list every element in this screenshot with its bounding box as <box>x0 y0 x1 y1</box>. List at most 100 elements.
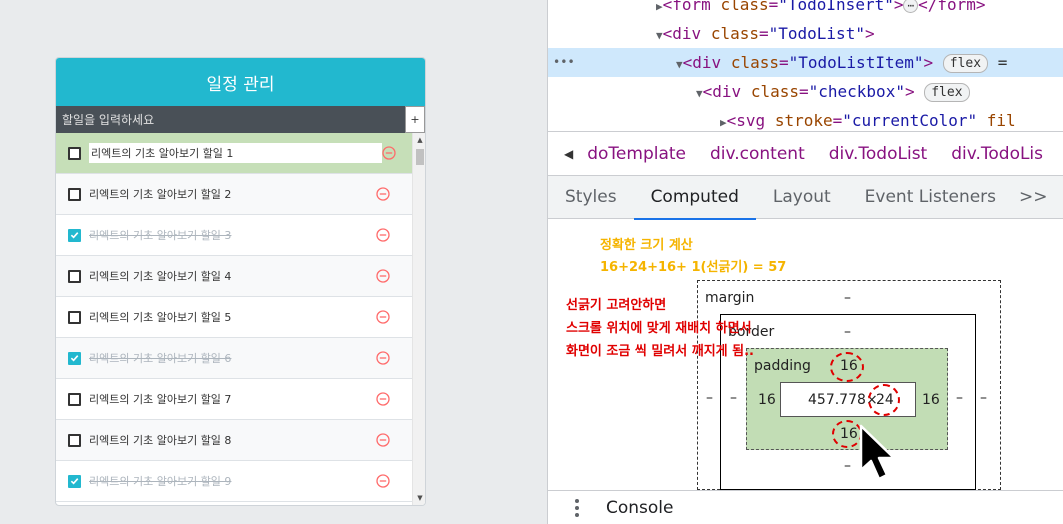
todo-text: 리엑트의 기초 알아보기 할일 9 <box>89 475 232 488</box>
scroll-up-arrow-icon[interactable]: ▲ <box>413 133 425 147</box>
flex-badge[interactable]: flex <box>924 83 970 102</box>
more-tabs-chevron-icon[interactable]: >> <box>1013 176 1054 219</box>
remove-circle-icon[interactable] <box>376 269 390 283</box>
attr-name: class <box>710 24 759 43</box>
more-options-icon[interactable]: ••• <box>553 48 575 77</box>
checkbox[interactable] <box>68 228 81 242</box>
check-icon <box>70 478 79 485</box>
dom-node-todolistitem[interactable]: ••• ▼<div class="TodoListItem"> flex = <box>548 48 1063 77</box>
annotation-note: 선긁기 고려안하면 <box>566 298 667 313</box>
app-title: 일정 관리 <box>56 58 425 106</box>
remove-circle-icon[interactable] <box>382 146 396 160</box>
breadcrumb: ◀ doTemplate div.content div.TodoList di… <box>548 131 1063 176</box>
tag-name: div <box>672 24 702 43</box>
breadcrumb-item[interactable]: div.content <box>710 144 805 164</box>
expand-arrow-icon[interactable]: ▶ <box>720 116 727 129</box>
breadcrumb-item[interactable]: div.TodoLis <box>951 144 1043 164</box>
checkbox[interactable] <box>68 433 81 447</box>
checkbox[interactable] <box>68 392 81 406</box>
attr-name: class <box>750 82 799 101</box>
todo-list-item[interactable]: 리엑트의 기초 알아보기 할일 2 <box>56 174 412 215</box>
tag-name: svg <box>736 111 766 130</box>
computed-pane: 정확한 크기 계산 16+24+16+ 1(선긁기) = 57 margin –… <box>548 220 1063 490</box>
todo-list: 리엑트의 기초 알아보기 할일 1 리엑트의 기초 알아보기 할일 2 리엑트의 기… <box>56 133 412 505</box>
dom-node-todolist[interactable]: ▼<div class="TodoList"> <box>548 19 1063 48</box>
todo-text: 리엑트의 기초 알아보기 할일 8 <box>89 434 232 447</box>
remove-circle-icon[interactable] <box>376 433 390 447</box>
tab-layout[interactable]: Layout <box>756 176 848 219</box>
devtools-panel: ▶<form class="TodoInsert"> ⋯ </form> ▼<div… <box>547 0 1063 524</box>
console-drawer[interactable]: Console <box>548 490 1063 524</box>
todo-text: 리엑트의 기초 알아보기 할일 1 <box>89 143 382 163</box>
check-icon <box>70 232 79 239</box>
todo-list-item[interactable]: 리엑트의 기초 알아보기 할일 9 <box>56 461 412 502</box>
checkbox[interactable] <box>68 269 81 283</box>
todo-text: 리엑트의 기초 알아보기 할일 3 <box>89 229 232 242</box>
dom-node-form[interactable]: ▶<form class="TodoInsert"> ⋯ </form> <box>548 0 1063 19</box>
border-left-value: – <box>730 390 737 406</box>
tab-event-listeners[interactable]: Event Listeners <box>848 176 1013 219</box>
breadcrumb-item[interactable]: div.TodoList <box>829 144 927 164</box>
tag-tail: = <box>997 53 1008 72</box>
padding-label: padding <box>754 358 811 374</box>
attr-name-cut: fil <box>986 111 1016 130</box>
todo-text: 리엑트의 기초 알아보기 할일 2 <box>89 188 232 201</box>
margin-left-value: – <box>706 390 713 406</box>
elements-tree: ▶<form class="TodoInsert"> ⋯ </form> ▼<div… <box>548 0 1063 131</box>
todo-list-item[interactable]: 리엑트의 기초 알아보기 할일 1 <box>56 133 412 174</box>
margin-right-value: – <box>980 390 987 406</box>
checkbox[interactable] <box>68 146 81 160</box>
checkbox[interactable] <box>68 187 81 201</box>
tag-name: div <box>692 53 722 72</box>
remove-circle-icon[interactable] <box>376 310 390 324</box>
add-button[interactable]: + <box>405 106 425 133</box>
tab-styles[interactable]: Styles <box>548 176 634 219</box>
todo-list-item[interactable]: 리엑트의 기초 알아보기 할일 7 <box>56 379 412 420</box>
remove-circle-icon[interactable] <box>376 392 390 406</box>
scrollbar[interactable]: ▲ ▼ <box>412 133 425 505</box>
collapse-arrow-icon[interactable]: ▼ <box>696 87 703 100</box>
remove-circle-icon[interactable] <box>376 474 390 488</box>
remove-circle-icon[interactable] <box>376 351 390 365</box>
styles-tabs: Styles Computed Layout Event Listeners >… <box>548 176 1063 220</box>
attr-value: "TodoListItem" <box>788 53 924 72</box>
todo-input[interactable] <box>56 106 405 133</box>
mouse-cursor-icon <box>859 424 896 481</box>
checkbox[interactable] <box>68 310 81 324</box>
breadcrumb-back-icon[interactable]: ◀ <box>564 147 573 161</box>
todo-list-item[interactable]: 리엑트의 기초 알아보기 할일 5 <box>56 297 412 338</box>
annotation-note: 정확한 크기 계산 <box>600 238 693 253</box>
attr-value: "currentColor" <box>842 111 978 130</box>
todo-text: 리엑트의 기초 알아보기 할일 6 <box>89 352 232 365</box>
attr-value: "TodoInsert" <box>778 0 894 14</box>
border-right-value: – <box>956 390 963 406</box>
breadcrumb-item[interactable]: doTemplate <box>587 144 686 164</box>
todo-list-item[interactable]: 리엑트의 기초 알아보기 할일 8 <box>56 420 412 461</box>
todo-list-item[interactable]: 리엑트의 기초 알아보기 할일 4 <box>56 256 412 297</box>
attr-name: stroke <box>774 111 833 130</box>
todo-app: 일정 관리 + 리엑트의 기초 알아보기 할일 1리엑트의 기초 알아보기 할일… <box>55 57 426 506</box>
tag-open: < <box>662 0 673 14</box>
collapse-arrow-icon[interactable]: ▼ <box>676 58 683 71</box>
tab-computed[interactable]: Computed <box>633 176 757 220</box>
todo-list-item[interactable]: 리엑트의 기초 알아보기 할일 3 <box>56 215 412 256</box>
remove-circle-icon[interactable] <box>376 228 390 242</box>
collapse-arrow-icon[interactable]: ▼ <box>656 29 663 42</box>
checkbox[interactable] <box>68 351 81 365</box>
collapsed-ellipsis-pill[interactable]: ⋯ <box>903 0 919 13</box>
todo-list-item[interactable]: 리엑트의 기초 알아보기 할일 6 <box>56 338 412 379</box>
dom-node-checkbox[interactable]: ▼<div class="checkbox"> flex <box>548 77 1063 106</box>
console-tab[interactable]: Console <box>606 498 674 518</box>
flex-badge[interactable]: flex <box>942 54 989 73</box>
checkbox[interactable] <box>68 474 81 488</box>
attr-value: "TodoList" <box>768 24 865 43</box>
tag-name: form <box>672 0 711 14</box>
remove-circle-icon[interactable] <box>376 187 390 201</box>
annotation-note: 스크롤 위치에 맞게 재배치 하면서 <box>566 321 752 336</box>
attr-name: class <box>730 53 779 72</box>
scroll-down-arrow-icon[interactable]: ▼ <box>413 491 425 505</box>
scroll-thumb[interactable] <box>416 149 424 165</box>
padding-right-value: 16 <box>922 392 940 408</box>
drawer-menu-icon[interactable] <box>570 498 584 517</box>
expand-arrow-icon[interactable]: ▶ <box>656 0 663 13</box>
